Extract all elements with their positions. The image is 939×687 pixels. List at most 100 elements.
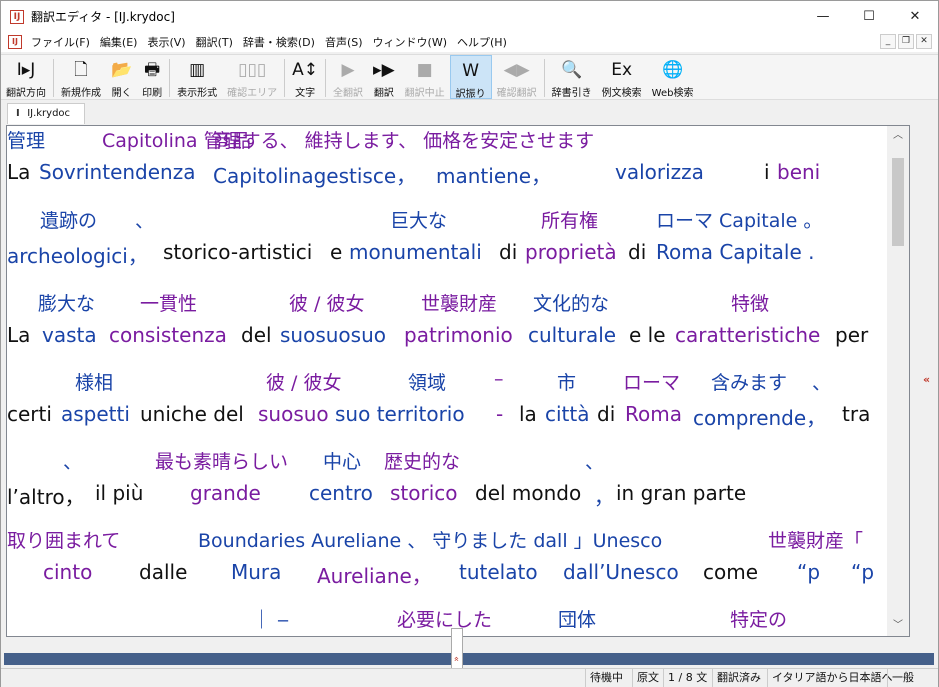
new-button[interactable]: 🗋 新規作成 <box>56 55 106 99</box>
minimize-button[interactable]: — <box>800 1 846 32</box>
source-word[interactable]: per <box>835 323 868 347</box>
source-word[interactable]: del mondo <box>475 481 581 505</box>
source-word[interactable]: uniche del <box>140 402 244 426</box>
source-word[interactable]: mantiene， <box>436 160 551 189</box>
source-word[interactable]: tra <box>842 402 870 426</box>
source-word[interactable]: del <box>241 323 272 347</box>
translate-all-button[interactable]: ▶ 全翻訳 <box>328 55 368 99</box>
source-word[interactable]: la <box>519 402 537 426</box>
translation-word[interactable]: 彼 / 彼女 <box>266 368 341 395</box>
translation-word[interactable]: 巨大な <box>390 206 447 233</box>
menu-file[interactable]: ファイル(F) <box>26 34 95 50</box>
translation-word[interactable]: 所有権 <box>541 206 598 233</box>
translation-word[interactable]: 取り囲まれて <box>7 526 120 553</box>
translation-word[interactable]: 、 <box>585 447 604 474</box>
translation-word[interactable]: – <box>494 368 504 390</box>
stop-translation-button[interactable]: ■ 翻訳中止 <box>400 55 450 99</box>
source-word[interactable]: comprende， <box>693 402 826 431</box>
source-word[interactable]: - <box>496 402 503 426</box>
text-button[interactable]: A↕ 文字 <box>287 55 323 99</box>
translation-word[interactable]: 膨大な <box>38 289 95 316</box>
source-word[interactable]: valorizza <box>615 160 704 184</box>
source-word[interactable]: consistenza <box>109 323 227 347</box>
mdi-restore-button[interactable]: ❐ <box>898 34 914 49</box>
source-word[interactable]: beni <box>777 160 820 184</box>
translation-word[interactable]: 中心 <box>323 447 361 474</box>
source-word[interactable]: suo territorio <box>335 402 465 426</box>
source-word[interactable]: Capitolinagestisce， <box>213 160 416 189</box>
collapsed-pane-bar[interactable] <box>4 653 934 665</box>
source-word[interactable]: monumentali <box>349 240 482 264</box>
translation-word[interactable]: 必要にした <box>397 605 492 632</box>
maximize-button[interactable]: ☐ <box>846 1 892 32</box>
example-search-button[interactable]: Ex 例文検索 <box>597 55 647 99</box>
source-word[interactable]: La <box>7 160 30 184</box>
document-tab[interactable]: I IJ.krydoc <box>7 103 85 124</box>
document-text-area[interactable]: 管理 Capitolina 管理する、 維持します、 価格を安定させます 商品 La S… <box>7 126 887 636</box>
source-word[interactable]: e le <box>629 323 666 347</box>
source-word[interactable]: certi <box>7 402 52 426</box>
source-word[interactable]: di <box>499 240 517 264</box>
document-editor[interactable]: 管理 Capitolina 管理する、 維持します、 価格を安定させます 商品 La S… <box>6 125 910 637</box>
translation-word[interactable]: 遺跡の <box>40 206 97 233</box>
translation-word[interactable]: 様相 <box>75 368 113 395</box>
source-word[interactable]: città <box>545 402 590 426</box>
source-word[interactable]: Mura <box>231 560 281 584</box>
translation-word[interactable]: 団体 <box>558 605 596 632</box>
menu-translate[interactable]: 翻訳(T) <box>191 34 238 50</box>
source-word[interactable]: e <box>330 240 342 264</box>
source-word[interactable]: patrimonio <box>404 323 513 347</box>
source-word[interactable]: il più <box>95 481 143 505</box>
source-word[interactable]: cinto <box>43 560 92 584</box>
menu-window[interactable]: ウィンドウ(W) <box>368 34 452 50</box>
scroll-thumb[interactable] <box>892 158 904 246</box>
source-word[interactable]: in gran parte <box>616 481 746 505</box>
confirm-area-button[interactable]: ▯▯▯ 確認エリア <box>222 55 282 99</box>
translation-ruby-button[interactable]: W 訳振り <box>449 55 492 100</box>
source-word[interactable]: storico <box>390 481 458 505</box>
expand-pane-icon[interactable]: « <box>923 373 930 386</box>
translate-button[interactable]: ▸▶ 翻訳 <box>368 55 400 99</box>
source-word[interactable]: di <box>597 402 615 426</box>
translation-word[interactable]: ローマ <box>623 368 680 395</box>
source-word[interactable]: archeologici， <box>7 240 148 269</box>
translation-word[interactable]: 市 <box>557 368 576 395</box>
vertical-scrollbar[interactable]: ︿ ﹀ <box>887 126 909 636</box>
source-word[interactable]: suosuosuo <box>280 323 386 347</box>
source-word[interactable]: “p <box>851 560 874 584</box>
mdi-minimize-button[interactable]: _ <box>880 34 896 49</box>
source-word[interactable]: Roma Capitale . <box>656 240 814 264</box>
pane-splitter[interactable]: » <box>1 628 938 687</box>
source-word[interactable]: La <box>7 323 30 347</box>
source-word[interactable]: dalle <box>139 560 187 584</box>
source-word[interactable]: ， <box>594 481 614 510</box>
source-word[interactable]: come <box>703 560 758 584</box>
translation-word[interactable]: 含みます <box>711 368 787 395</box>
source-word[interactable]: storico-artistici <box>163 240 312 264</box>
translation-word[interactable]: 特徴 <box>731 289 769 316</box>
translation-word[interactable]: Boundaries Aureliane 、 守りました dall 」Unesc… <box>198 526 662 553</box>
open-button[interactable]: 📂 開く <box>106 55 137 99</box>
source-word[interactable]: Roma <box>625 402 682 426</box>
translation-word[interactable]: 、 <box>63 447 82 474</box>
translation-word[interactable]: ｜ ‒ <box>252 605 289 632</box>
menu-audio[interactable]: 音声(S) <box>320 34 368 50</box>
menu-help[interactable]: ヘルプ(H) <box>452 34 512 50</box>
mdi-close-button[interactable]: ✕ <box>916 34 932 49</box>
translation-word[interactable]: Capitolina 管理する、 維持します、 価格を安定させます <box>102 126 594 153</box>
translation-word[interactable]: 、 <box>135 206 154 233</box>
source-word[interactable]: dall’Unesco <box>563 560 679 584</box>
confirm-translation-button[interactable]: ◀▶ 確認翻訳 <box>492 55 542 99</box>
translation-word[interactable]: 彼 / 彼女 <box>289 289 364 316</box>
source-word[interactable]: aspetti <box>61 402 130 426</box>
translation-word[interactable]: 歴史的な <box>384 447 460 474</box>
translation-word[interactable]: 文化的な <box>533 289 609 316</box>
menu-dictionary-search[interactable]: 辞書・検索(D) <box>238 34 320 50</box>
source-word[interactable]: grande <box>190 481 261 505</box>
source-word[interactable]: centro <box>309 481 373 505</box>
source-word[interactable]: Sovrintendenza <box>39 160 195 184</box>
source-word[interactable]: vasta <box>42 323 97 347</box>
translation-word[interactable]: 管理 <box>7 126 45 153</box>
source-word[interactable]: culturale <box>528 323 616 347</box>
source-word[interactable]: Aureliane， <box>317 560 432 589</box>
